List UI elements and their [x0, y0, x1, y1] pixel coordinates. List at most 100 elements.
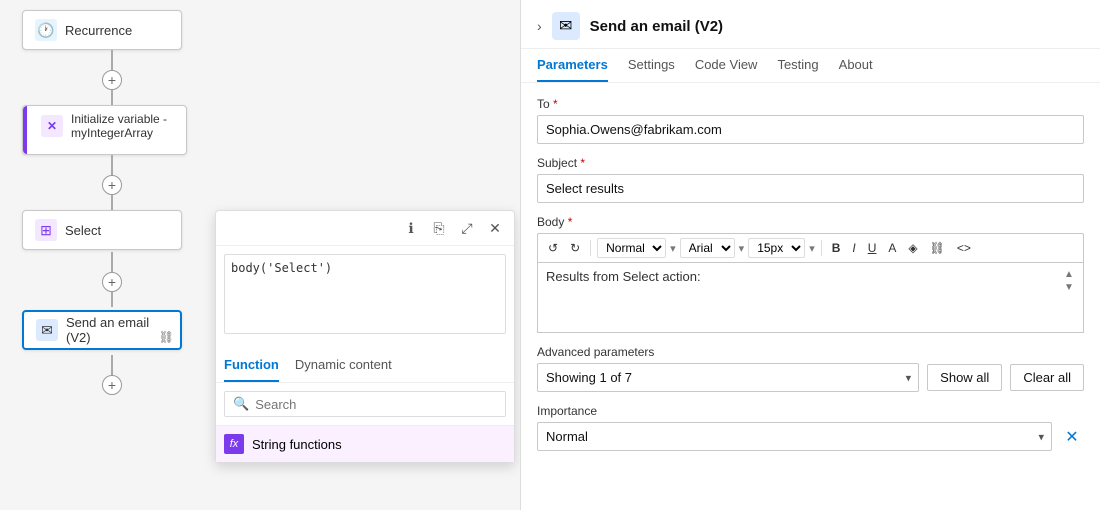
- importance-delete-button[interactable]: ✕: [1060, 425, 1084, 449]
- init-icon: ✕: [41, 115, 63, 137]
- recurrence-icon: 🕐: [35, 19, 57, 41]
- right-panel-title: Send an email (V2): [590, 18, 723, 35]
- tab-settings[interactable]: Settings: [628, 49, 675, 82]
- body-toolbar: ↺ ↻ Normal ▾ Arial ▾ 15px ▾ B I U: [537, 233, 1084, 263]
- connector-line-3: [111, 252, 113, 272]
- right-panel-body: To * Subject * Body * ↺ ↻ Normal ▾: [521, 83, 1100, 510]
- body-scrollbar[interactable]: ▲ ▼: [1063, 269, 1075, 293]
- body-field-group: Body * ↺ ↻ Normal ▾ Arial ▾ 15px ▾ B: [537, 215, 1084, 333]
- tab-code-view[interactable]: Code View: [695, 49, 758, 82]
- popup-tabs: Function Dynamic content: [216, 345, 514, 383]
- font-color-button[interactable]: A: [884, 239, 900, 257]
- popup-search-input[interactable]: [255, 397, 497, 412]
- tab-parameters[interactable]: Parameters: [537, 49, 608, 82]
- connector-line-3b: [111, 292, 113, 307]
- to-input[interactable]: [537, 115, 1084, 144]
- body-editor-text: Results from Select action:: [546, 269, 1063, 284]
- style-chevron: ▾: [670, 242, 676, 255]
- add-step-button-3[interactable]: +: [102, 272, 122, 292]
- tab-function[interactable]: Function: [224, 353, 279, 382]
- advanced-params-group: Advanced parameters Showing 1 of 7 ▾ Sho…: [537, 345, 1084, 392]
- tab-dynamic-content[interactable]: Dynamic content: [295, 353, 392, 382]
- popup-expand-button[interactable]: ⤢: [456, 217, 478, 239]
- undo-button[interactable]: ↺: [544, 239, 562, 257]
- node-recurrence-label: Recurrence: [65, 23, 132, 38]
- popup-copy-button[interactable]: ⎘: [428, 217, 450, 239]
- body-editor[interactable]: Results from Select action: ▲ ▼: [537, 263, 1084, 333]
- string-functions-label: String functions: [252, 437, 342, 452]
- toolbar-sep-1: [590, 240, 591, 256]
- size-chevron: ▾: [809, 242, 815, 255]
- node-email-label: Send an email (V2): [66, 315, 168, 345]
- node-send-email[interactable]: ✉ Send an email (V2) ⛓: [22, 310, 182, 350]
- add-step-button-1[interactable]: +: [102, 70, 122, 90]
- tab-about[interactable]: About: [839, 49, 873, 82]
- node-recurrence[interactable]: 🕐 Recurrence: [22, 10, 182, 50]
- toolbar-sep-2: [821, 240, 822, 256]
- connector-line-1: [111, 50, 113, 70]
- style-select[interactable]: Normal: [597, 238, 666, 258]
- importance-select[interactable]: Normal: [537, 422, 1052, 451]
- size-select[interactable]: 15px: [748, 238, 805, 258]
- showing-select-wrapper: Showing 1 of 7 ▾: [537, 363, 919, 392]
- subject-input[interactable]: [537, 174, 1084, 203]
- scroll-up[interactable]: ▲: [1064, 269, 1074, 280]
- importance-group: Importance Normal ▾ ✕: [537, 404, 1084, 451]
- bold-button[interactable]: B: [828, 239, 845, 257]
- node-select[interactable]: ⊞ Select: [22, 210, 182, 250]
- importance-row: Normal ▾ ✕: [537, 422, 1084, 451]
- search-icon: 🔍: [233, 396, 249, 412]
- clear-all-button[interactable]: Clear all: [1010, 364, 1084, 391]
- email-action-icon: ✉: [552, 12, 580, 40]
- collapse-chevron[interactable]: ›: [537, 18, 542, 34]
- advanced-params-label: Advanced parameters: [537, 345, 1084, 359]
- connector-line-2: [111, 155, 113, 175]
- node-select-label: Select: [65, 223, 101, 238]
- node-init-label: Initialize variable - myIntegerArray: [71, 112, 167, 140]
- connector-2: +: [102, 155, 122, 210]
- tab-testing[interactable]: Testing: [777, 49, 818, 82]
- italic-button[interactable]: I: [848, 239, 859, 257]
- node-init-variable[interactable]: ✕ Initialize variable - myIntegerArray: [22, 105, 187, 155]
- connector-line-1b: [111, 90, 113, 105]
- popup-close-button[interactable]: ✕: [484, 217, 506, 239]
- scroll-down[interactable]: ▼: [1064, 282, 1074, 293]
- string-functions-icon: fx: [224, 434, 244, 454]
- show-all-button[interactable]: Show all: [927, 364, 1002, 391]
- workflow-canvas: 🕐 Recurrence + ✕ Initialize variable - m…: [0, 0, 520, 510]
- redo-button[interactable]: ↻: [566, 239, 584, 257]
- to-field-group: To *: [537, 97, 1084, 144]
- connector-1: +: [102, 50, 122, 105]
- popup-formula-input[interactable]: body('Select'): [224, 254, 506, 334]
- popup-header: ℹ ⎘ ⤢ ✕: [216, 211, 514, 246]
- connector-3: +: [102, 252, 122, 307]
- connector-line-2b: [111, 195, 113, 210]
- email-icon: ✉: [36, 319, 58, 341]
- showing-select[interactable]: Showing 1 of 7: [537, 363, 919, 392]
- popup-search-wrapper: 🔍: [224, 391, 506, 417]
- add-step-button-2[interactable]: +: [102, 175, 122, 195]
- highlight-button[interactable]: ◈: [904, 239, 921, 257]
- right-panel-tabs: Parameters Settings Code View Testing Ab…: [521, 49, 1100, 83]
- font-chevron: ▾: [739, 242, 745, 255]
- popup-list-string-functions[interactable]: fx String functions: [216, 425, 514, 462]
- importance-select-wrapper: Normal ▾: [537, 422, 1052, 451]
- to-label: To *: [537, 97, 1084, 111]
- right-panel: › ✉ Send an email (V2) Parameters Settin…: [520, 0, 1100, 510]
- chain-link-icon: ⛓: [159, 330, 174, 344]
- popup-content: body('Select'): [216, 246, 514, 345]
- code-button[interactable]: <>: [953, 239, 975, 257]
- underline-button[interactable]: U: [864, 239, 881, 257]
- add-step-button-bottom[interactable]: +: [102, 375, 122, 395]
- advanced-params-row: Showing 1 of 7 ▾ Show all Clear all: [537, 363, 1084, 392]
- link-button[interactable]: ⛓: [926, 239, 949, 257]
- font-select[interactable]: Arial: [680, 238, 735, 258]
- importance-label: Importance: [537, 404, 1084, 418]
- subject-label: Subject *: [537, 156, 1084, 170]
- subject-field-group: Subject *: [537, 156, 1084, 203]
- popup-info-button[interactable]: ℹ: [400, 217, 422, 239]
- connector-line-bottom: [111, 355, 113, 375]
- body-label: Body *: [537, 215, 1084, 229]
- purple-accent: [23, 106, 27, 154]
- popup-card: ℹ ⎘ ⤢ ✕ body('Select') Function Dynamic …: [215, 210, 515, 463]
